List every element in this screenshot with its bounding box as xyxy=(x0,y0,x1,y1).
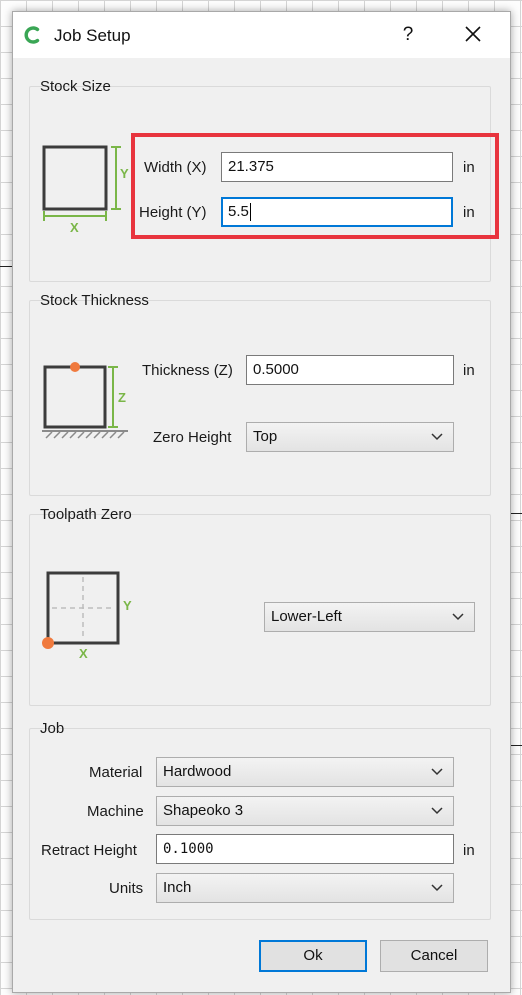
chevron-down-icon xyxy=(431,433,443,441)
toolpath-zero-diagram-icon: Y X xyxy=(42,571,132,660)
stock-size-diagram-icon: Y X xyxy=(42,145,129,235)
diagram-y-label: Y xyxy=(123,598,132,613)
diagram-z-label: Z xyxy=(118,390,126,405)
toolpath-zero-value: Lower-Left xyxy=(271,608,342,625)
material-value: Hardwood xyxy=(163,763,232,780)
material-select[interactable]: Hardwood xyxy=(156,757,454,787)
title-bar: Job Setup ? xyxy=(13,12,510,58)
machine-label: Machine xyxy=(87,803,144,820)
units-select[interactable]: Inch xyxy=(156,873,454,903)
toolpath-zero-select[interactable]: Lower-Left xyxy=(264,602,475,632)
retract-height-input[interactable]: 0.1000 xyxy=(156,834,454,864)
ok-button[interactable]: Ok xyxy=(259,940,367,972)
chevron-down-icon xyxy=(431,768,443,776)
diagram-x-label: X xyxy=(70,220,79,235)
material-label: Material xyxy=(89,764,143,781)
close-icon[interactable] xyxy=(461,22,485,46)
retract-height-unit: in xyxy=(463,842,475,859)
diagram-x-label: X xyxy=(79,646,88,660)
zero-height-value: Top xyxy=(253,428,278,445)
cancel-button[interactable]: Cancel xyxy=(380,940,488,972)
toolpath-zero-title: Toolpath Zero xyxy=(40,506,132,523)
job-title: Job xyxy=(40,720,65,737)
thickness-input[interactable]: 0.5000 xyxy=(246,355,454,385)
help-button[interactable]: ? xyxy=(398,24,418,46)
stock-size-title: Stock Size xyxy=(40,78,111,95)
chevron-down-icon xyxy=(431,884,443,892)
units-label: Units xyxy=(109,880,144,897)
machine-select[interactable]: Shapeoko 3 xyxy=(156,796,454,826)
background-sketch-line xyxy=(0,266,12,267)
dialog-title: Job Setup xyxy=(54,26,131,45)
thickness-unit: in xyxy=(463,362,475,379)
thickness-label: Thickness (Z) xyxy=(142,362,233,379)
chevron-down-icon xyxy=(452,613,464,621)
chevron-down-icon xyxy=(431,807,443,815)
diagram-y-label: Y xyxy=(120,166,129,181)
stock-thickness-title: Stock Thickness xyxy=(40,292,149,309)
zero-height-select[interactable]: Top xyxy=(246,422,454,452)
highlight-annotation xyxy=(131,133,499,239)
machine-value: Shapeoko 3 xyxy=(163,802,244,819)
job-setup-dialog: Job Setup ? Stock Size Y X Width (X) 21.… xyxy=(12,11,511,993)
zero-height-label: Zero Height xyxy=(153,429,232,446)
stock-thickness-diagram-icon: Z xyxy=(42,362,128,439)
retract-height-label: Retract Height xyxy=(41,842,137,859)
app-logo-icon xyxy=(24,26,40,44)
units-value: Inch xyxy=(163,879,192,896)
